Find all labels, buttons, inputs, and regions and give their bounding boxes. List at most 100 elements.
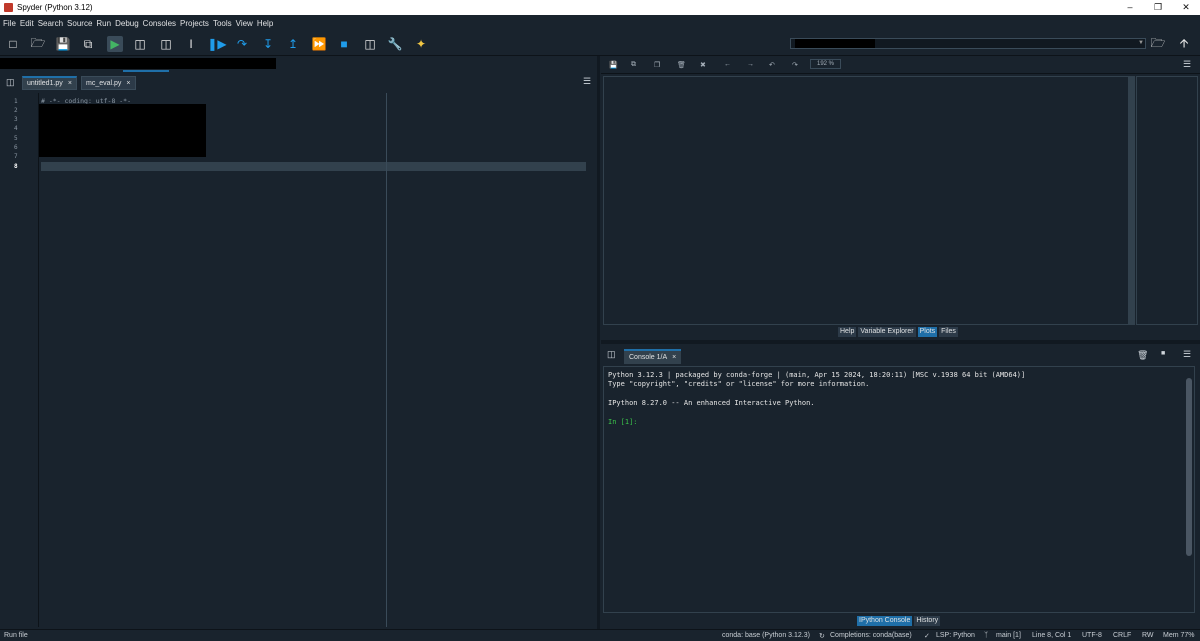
chevron-down-icon[interactable]: ▼ bbox=[1137, 39, 1145, 48]
menu-consoles[interactable]: Consoles bbox=[143, 19, 176, 28]
working-directory-combo[interactable]: ▼ bbox=[790, 38, 1146, 49]
browse-tabs-icon[interactable]: ◫ bbox=[6, 77, 15, 88]
browse-consoles-icon[interactable]: ◫ bbox=[607, 349, 616, 360]
vertical-splitter[interactable] bbox=[597, 56, 600, 629]
console-line: Python 3.12.3 | packaged by conda-forge … bbox=[608, 371, 1026, 379]
status-bar: Run file conda: base (Python 3.12.3) ↻ C… bbox=[0, 629, 1200, 641]
status-message: Run file bbox=[4, 632, 28, 639]
preferences-icon[interactable]: 🔧 bbox=[387, 36, 403, 52]
line-number: 5 bbox=[14, 135, 18, 142]
save-all-icon[interactable]: ⧉ bbox=[80, 36, 96, 52]
console-line: IPython 8.27.0 -- An enhanced Interactiv… bbox=[608, 399, 815, 407]
new-file-icon[interactable]: □ bbox=[5, 36, 21, 52]
tab-label: mc_eval.py bbox=[86, 79, 122, 87]
minimize-button[interactable]: – bbox=[1116, 0, 1144, 15]
next-plot-icon[interactable]: → bbox=[747, 61, 754, 68]
maximize-pane-icon[interactable]: ◫ bbox=[362, 36, 378, 52]
line-number: 2 bbox=[14, 107, 18, 114]
save-all-plots-icon[interactable]: ⧉ bbox=[631, 61, 636, 69]
status-eol: CRLF bbox=[1113, 632, 1132, 639]
tab-untitled1[interactable]: untitled1.py × bbox=[22, 76, 77, 90]
close-window-button[interactable]: ✕ bbox=[1172, 0, 1200, 15]
tab-variable-explorer[interactable]: Variable Explorer bbox=[858, 327, 916, 337]
plots-options-menu-icon[interactable]: ☰ bbox=[1183, 59, 1191, 70]
line-number-gutter: 1 2 3 4 5 6 7 8 bbox=[0, 93, 38, 627]
plot-splitter[interactable] bbox=[1129, 76, 1135, 325]
menu-search[interactable]: Search bbox=[38, 19, 63, 28]
menu-run[interactable]: Run bbox=[96, 19, 111, 28]
line-number: 4 bbox=[14, 125, 18, 132]
horizontal-splitter[interactable] bbox=[601, 340, 1200, 344]
console-prompt: In [1]: bbox=[608, 418, 638, 426]
tab-ipython-console[interactable]: IPython Console bbox=[857, 616, 913, 626]
line-number: 7 bbox=[14, 153, 18, 160]
menu-tools[interactable]: Tools bbox=[213, 19, 232, 28]
close-icon[interactable]: × bbox=[68, 80, 72, 87]
menu-help[interactable]: Help bbox=[257, 19, 273, 28]
remove-plot-icon[interactable]: 🗑 bbox=[677, 61, 686, 69]
debug-stop-icon[interactable]: ■ bbox=[336, 36, 352, 52]
debug-step-return-icon[interactable]: ↥ bbox=[285, 36, 301, 52]
run-selection-icon[interactable]: I bbox=[183, 36, 199, 52]
debug-continue-icon[interactable]: ⏩ bbox=[311, 36, 327, 52]
debug-file-icon[interactable]: ❚▶ bbox=[207, 36, 226, 52]
tab-mc-eval[interactable]: mc_eval.py × bbox=[81, 76, 136, 90]
run-icon[interactable]: ▶ bbox=[107, 36, 123, 52]
completions-icon: ↻ bbox=[819, 633, 825, 640]
console-header bbox=[601, 345, 1200, 365]
debug-step-over-icon[interactable]: ↷ bbox=[234, 36, 250, 52]
console-tab-label: Console 1/A bbox=[629, 354, 668, 361]
save-plot-icon[interactable]: 💾 bbox=[609, 61, 618, 69]
zoom-out-icon[interactable]: ↶ bbox=[769, 61, 775, 69]
current-line-highlight bbox=[41, 162, 586, 171]
tab-help[interactable]: Help bbox=[838, 327, 857, 337]
menu-view[interactable]: View bbox=[236, 19, 253, 28]
redacted-path bbox=[795, 39, 875, 48]
copy-plot-icon[interactable]: ❐ bbox=[654, 61, 660, 69]
code-editor[interactable]: # -*- coding: utf-8 -*- bbox=[38, 93, 595, 627]
tab-history[interactable]: History bbox=[914, 616, 941, 626]
menu-edit[interactable]: Edit bbox=[20, 19, 34, 28]
interrupt-kernel-icon[interactable]: ■ bbox=[1161, 350, 1165, 357]
clear-console-icon[interactable]: 🗑 bbox=[1137, 350, 1148, 361]
debug-step-into-icon[interactable]: ↧ bbox=[260, 36, 276, 52]
remove-all-plots-icon[interactable]: ✖ bbox=[700, 61, 706, 69]
status-cursor-position: Line 8, Col 1 bbox=[1032, 632, 1072, 639]
status-lsp[interactable]: LSP: Python bbox=[936, 632, 975, 639]
close-icon[interactable]: × bbox=[672, 354, 676, 361]
line-number: 6 bbox=[14, 144, 18, 151]
status-completions[interactable]: Completions: conda(base) bbox=[830, 632, 912, 639]
previous-plot-icon[interactable]: ← bbox=[724, 61, 731, 68]
line-number: 3 bbox=[14, 116, 18, 123]
console-options-menu-icon[interactable]: ☰ bbox=[1183, 349, 1191, 360]
menu-projects[interactable]: Projects bbox=[180, 19, 209, 28]
line-number: 1 bbox=[14, 98, 18, 105]
menu-source[interactable]: Source bbox=[67, 19, 92, 28]
save-icon[interactable]: 💾 bbox=[55, 36, 71, 52]
menu-file[interactable]: File bbox=[3, 19, 16, 28]
tab-plots[interactable]: Plots bbox=[917, 327, 938, 337]
open-file-icon[interactable]: 🗁 bbox=[30, 36, 46, 52]
console-pane-tabs: IPython Console History bbox=[857, 616, 942, 626]
run-cell-icon[interactable]: ◫ bbox=[132, 36, 148, 52]
tab-files[interactable]: Files bbox=[939, 327, 958, 337]
window-title: Spyder (Python 3.12) bbox=[17, 3, 93, 12]
window-titlebar: Spyder (Python 3.12) – ❐ ✕ bbox=[0, 0, 1200, 15]
upper-pane-tabs: Help Variable Explorer Plots Files bbox=[838, 327, 960, 337]
zoom-in-icon[interactable]: ↷ bbox=[792, 61, 798, 69]
console-line: Type "copyright", "credits" or "license"… bbox=[608, 380, 870, 388]
close-icon[interactable]: × bbox=[126, 80, 130, 87]
console-scrollbar[interactable] bbox=[1186, 378, 1192, 556]
restore-button[interactable]: ❐ bbox=[1144, 0, 1172, 15]
ipython-console[interactable]: Python 3.12.3 | packaged by conda-forge … bbox=[603, 366, 1195, 613]
browse-folder-icon[interactable]: 🗁 bbox=[1150, 36, 1166, 52]
parent-folder-icon[interactable]: 🡩 bbox=[1176, 36, 1192, 52]
python-path-icon[interactable]: ✦ bbox=[413, 36, 429, 52]
status-conda-env[interactable]: conda: base (Python 3.12.3) bbox=[722, 632, 810, 639]
status-git-branch[interactable]: main [1] bbox=[996, 632, 1021, 639]
editor-options-menu-icon[interactable]: ☰ bbox=[583, 76, 591, 87]
menu-debug[interactable]: Debug bbox=[115, 19, 139, 28]
run-cell-advance-icon[interactable]: ◫ bbox=[158, 36, 174, 52]
tab-console-1a[interactable]: Console 1/A × bbox=[624, 349, 682, 364]
zoom-level-field[interactable]: 192 % bbox=[810, 59, 841, 69]
